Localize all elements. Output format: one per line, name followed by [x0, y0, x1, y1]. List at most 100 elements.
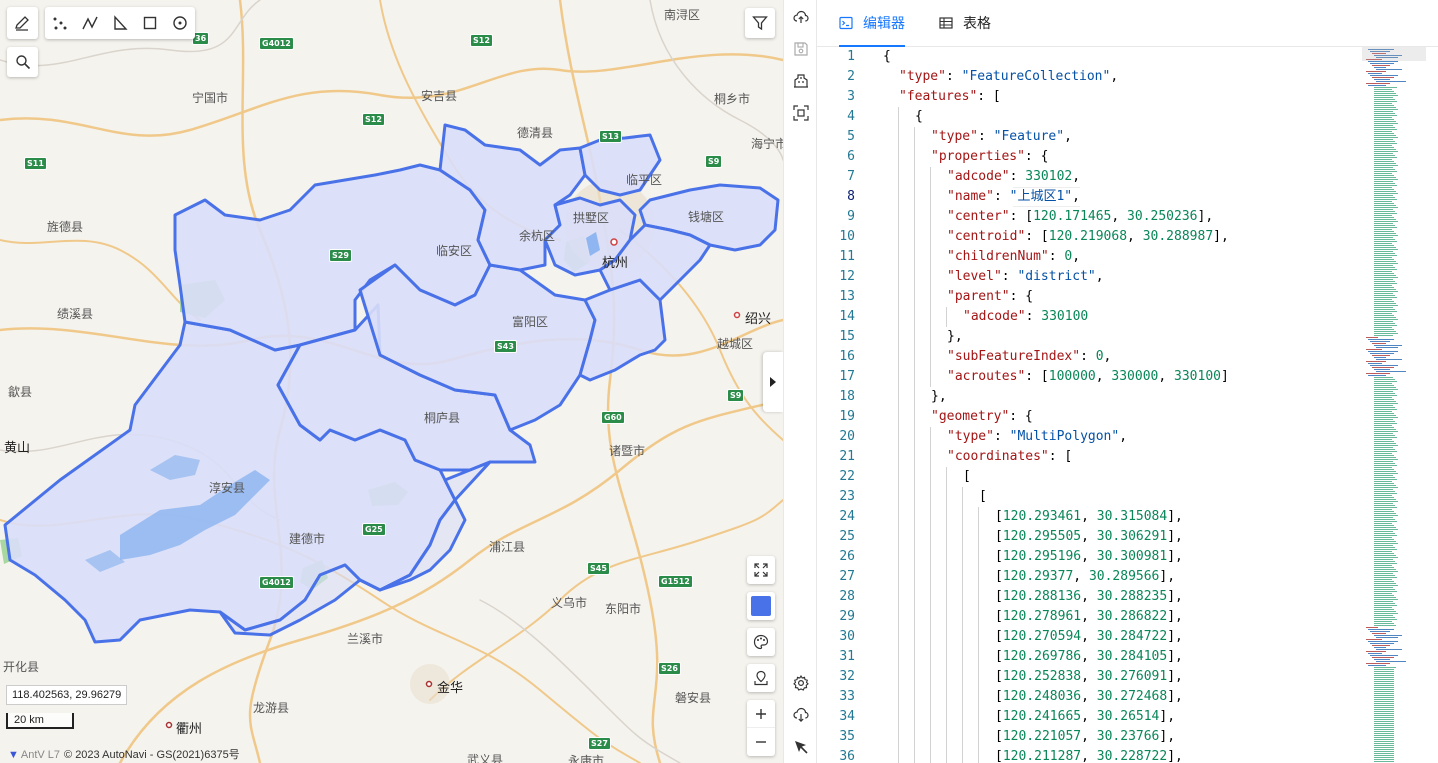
code-line[interactable]: 25[120.295505, 30.306291], [817, 527, 1357, 547]
tab-table[interactable]: 表格 [939, 0, 991, 46]
indent-guide [914, 287, 915, 307]
minimap-line [1374, 515, 1398, 516]
code-line[interactable]: 31[120.269786, 30.284105], [817, 647, 1357, 667]
code-line[interactable]: 18}, [817, 387, 1357, 407]
download-cloud-icon[interactable] [784, 700, 818, 730]
code-line[interactable]: 13"parent": { [817, 287, 1357, 307]
editor-minimap[interactable] [1362, 47, 1426, 763]
cursor-icon[interactable] [784, 732, 818, 762]
code-line[interactable]: 12"level": "district", [817, 267, 1357, 287]
code-line[interactable]: 19"geometry": { [817, 407, 1357, 427]
minimap-line [1374, 139, 1393, 140]
code-line[interactable]: 24[120.293461, 30.315084], [817, 507, 1357, 527]
filter-icon[interactable] [745, 8, 775, 38]
draw-point-icon[interactable] [45, 7, 75, 39]
settings-gear-icon[interactable] [784, 668, 818, 698]
draw-circle-icon[interactable] [165, 7, 195, 39]
code-line[interactable]: 7"adcode": 330102, [817, 167, 1357, 187]
minimap-viewport[interactable] [1362, 47, 1426, 61]
map-canvas[interactable]: 南浔区 宁国市 安吉县 桐乡市 德清县 海宁市 临平区 旌德县 钱塘区 拱墅区 … [0, 0, 783, 763]
indent-guide [898, 387, 899, 407]
line-number: 22 [817, 467, 855, 487]
indent-guide [914, 187, 915, 207]
pen-icon[interactable] [7, 7, 37, 39]
draw-polygon-icon[interactable] [105, 7, 135, 39]
indent-guide [930, 467, 931, 487]
city-label: 旌德县 [47, 218, 83, 235]
code-line[interactable]: 15}, [817, 327, 1357, 347]
minimap-line [1374, 717, 1394, 718]
code-line[interactable]: 3"features": [ [817, 87, 1357, 107]
line-number: 13 [817, 287, 855, 307]
code-line[interactable]: 17"acroutes": [100000, 330000, 330100] [817, 367, 1357, 387]
draw-line-icon[interactable] [75, 7, 105, 39]
scale-bar: 20 km [6, 713, 74, 729]
code-line[interactable]: 5"type": "Feature", [817, 127, 1357, 147]
code-line[interactable]: 30[120.270594, 30.284722], [817, 627, 1357, 647]
code-line[interactable]: 14"adcode": 330100 [817, 307, 1357, 327]
code-line[interactable]: 27[120.29377, 30.289566], [817, 567, 1357, 587]
code-line[interactable]: 32[120.252838, 30.276091], [817, 667, 1357, 687]
code-line[interactable]: 16"subFeatureIndex": 0, [817, 347, 1357, 367]
code-line[interactable]: 22[ [817, 467, 1357, 487]
indent-guide [978, 527, 979, 547]
minimap-line [1374, 187, 1392, 188]
line-number: 33 [817, 687, 855, 707]
code-line[interactable]: 11"childrenNum": 0, [817, 247, 1357, 267]
locate-bounds-icon[interactable] [784, 98, 818, 128]
minimap-line [1374, 263, 1398, 264]
code-line[interactable]: 9"center": [120.171465, 30.250236], [817, 207, 1357, 227]
indent-guide [898, 687, 899, 707]
layer-color-swatch[interactable] [747, 592, 775, 620]
map-style-icon[interactable] [747, 664, 775, 692]
minimap-line [1374, 735, 1394, 736]
minimap-line [1374, 507, 1397, 508]
zoom-in-icon[interactable] [747, 700, 775, 728]
code-line[interactable]: 29[120.278961, 30.286822], [817, 607, 1357, 627]
tab-editor[interactable]: 编辑器 [839, 0, 905, 46]
code-line[interactable]: 21"coordinates": [ [817, 447, 1357, 467]
zoom-out-icon[interactable] [747, 728, 775, 756]
upload-cloud-icon[interactable] [784, 2, 818, 32]
search-icon[interactable] [7, 47, 38, 77]
code-line[interactable]: 10"centroid": [120.219068, 30.288987], [817, 227, 1357, 247]
palette-icon[interactable] [747, 628, 775, 656]
code-line[interactable]: 4{ [817, 107, 1357, 127]
indent-guide [914, 727, 915, 747]
code-line[interactable]: 28[120.288136, 30.288235], [817, 587, 1357, 607]
minimap-line [1374, 759, 1394, 760]
code-line[interactable]: 33[120.248036, 30.272468], [817, 687, 1357, 707]
minimap-line [1374, 395, 1397, 396]
code-line[interactable]: 8"name": "上城区1", [817, 187, 1357, 207]
indent-guide [930, 647, 931, 667]
save-icon[interactable] [784, 34, 818, 64]
code-line[interactable]: 26[120.295196, 30.300981], [817, 547, 1357, 567]
district-icon[interactable] [784, 66, 818, 96]
indent-guide [930, 227, 931, 247]
minimap-line [1374, 97, 1393, 98]
editor-tabs: 编辑器 表格 [817, 0, 1438, 47]
minimap-line [1372, 633, 1386, 634]
minimap-line [1374, 403, 1398, 404]
code-line[interactable]: 1{ [817, 47, 1357, 67]
minimap-line [1374, 105, 1394, 106]
indent-guide [962, 607, 963, 627]
indent-guide [898, 587, 899, 607]
code-line[interactable]: 6"properties": { [817, 147, 1357, 167]
draw-rect-icon[interactable] [135, 7, 165, 39]
code-line[interactable]: 23[ [817, 487, 1357, 507]
code-line[interactable]: 34[120.241665, 30.26514], [817, 707, 1357, 727]
minimap-line [1374, 259, 1394, 260]
minimap-line [1368, 653, 1382, 654]
code-line[interactable]: 20"type": "MultiPolygon", [817, 427, 1357, 447]
panel-collapse-handle[interactable] [763, 352, 783, 412]
code-line[interactable]: 36[120.211287, 30.228722], [817, 747, 1357, 763]
city-label: 海宁市 [751, 135, 783, 152]
code-line[interactable]: 35[120.221057, 30.23766], [817, 727, 1357, 747]
attribution-brand: AntV L7 [21, 749, 60, 761]
code-area[interactable]: 1{2"type": "FeatureCollection",3"feature… [817, 47, 1357, 763]
code-line[interactable]: 2"type": "FeatureCollection", [817, 67, 1357, 87]
fullscreen-icon[interactable] [747, 556, 775, 584]
line-content: "center": [120.171465, 30.250236], [947, 207, 1213, 227]
minimap-line [1374, 169, 1395, 170]
